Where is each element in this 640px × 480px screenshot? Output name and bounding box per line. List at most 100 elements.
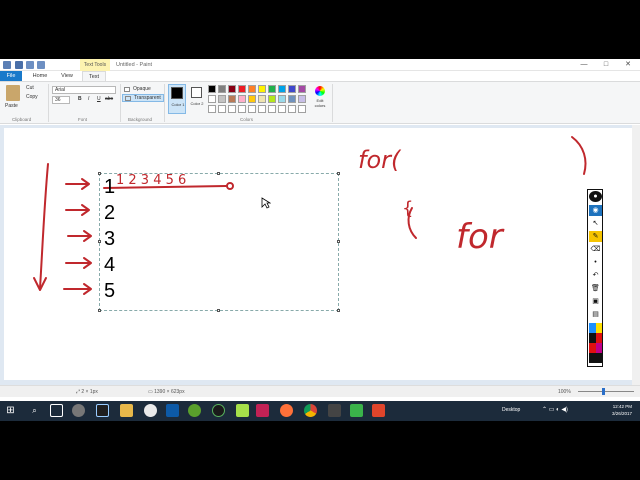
pen-app-logo-icon[interactable]: ●	[589, 191, 602, 202]
tab-view[interactable]: View	[56, 71, 78, 81]
camera-icon[interactable]: ▣	[589, 296, 602, 307]
zoom-slider[interactable]	[578, 388, 634, 395]
desktop-toolbar-label[interactable]: Desktop	[502, 407, 520, 413]
paste-button[interactable]: Paste	[5, 103, 18, 109]
palette-swatch[interactable]	[258, 95, 266, 103]
resize-handle[interactable]	[337, 309, 340, 312]
media-player-icon[interactable]	[144, 404, 157, 417]
bold-button[interactable]: B	[78, 96, 82, 102]
opaque-option[interactable]: Opaque	[124, 86, 151, 92]
palette-swatch[interactable]	[208, 105, 216, 113]
resize-handle[interactable]	[98, 240, 101, 243]
red-app-icon[interactable]	[372, 404, 385, 417]
close-button[interactable]: ✕	[620, 59, 636, 71]
palette-swatch[interactable]	[228, 95, 236, 103]
file-explorer-icon[interactable]	[120, 404, 133, 417]
firefox-icon[interactable]	[280, 404, 293, 417]
palette-swatch[interactable]	[208, 85, 216, 93]
palette-swatch[interactable]	[238, 95, 246, 103]
drawing-canvas[interactable]: 1 2 3 4 5 6 for( { for 1 2 3 4 5	[4, 128, 632, 380]
trash-icon[interactable]: 🗑	[589, 283, 602, 294]
task-view-icon[interactable]	[50, 404, 63, 417]
palette-swatch[interactable]	[298, 105, 306, 113]
palette-swatch[interactable]	[298, 95, 306, 103]
green-app-icon[interactable]	[188, 404, 201, 417]
copy-button[interactable]: Copy	[26, 94, 38, 100]
underline-button[interactable]: U	[97, 96, 101, 102]
edit-colors-button[interactable]: Edit colors	[312, 84, 328, 114]
palette-swatch[interactable]	[278, 105, 286, 113]
resize-handle[interactable]	[217, 172, 220, 175]
whiteboard-icon[interactable]: ▤	[589, 309, 602, 320]
palette-swatch[interactable]	[208, 95, 216, 103]
highlighter-tool-icon[interactable]: ✎	[589, 231, 602, 242]
tab-file[interactable]: File	[0, 71, 22, 81]
palette-swatch[interactable]	[248, 105, 256, 113]
camtasia-icon[interactable]	[236, 404, 249, 417]
search-icon[interactable]: ⌕	[28, 404, 41, 417]
palette-swatch[interactable]	[278, 85, 286, 93]
resize-handle[interactable]	[98, 309, 101, 312]
paste-icon[interactable]	[6, 85, 20, 101]
resize-handle[interactable]	[337, 172, 340, 175]
redo-icon[interactable]	[37, 61, 45, 69]
palette-swatch[interactable]	[238, 85, 246, 93]
palette-swatch[interactable]	[268, 95, 276, 103]
pointer-tool-icon[interactable]: ↖	[589, 218, 602, 229]
undo-tool-icon[interactable]: ↶	[589, 270, 602, 281]
palette-swatch[interactable]	[228, 105, 236, 113]
minimize-button[interactable]: —	[576, 59, 592, 71]
font-family-select[interactable]: Arial	[52, 86, 116, 94]
resize-handle[interactable]	[217, 309, 220, 312]
palette-swatch[interactable]	[218, 105, 226, 113]
palette-swatch[interactable]	[238, 105, 246, 113]
notification-tray-icons[interactable]: ⌃ ▭ ◐ ◀)	[542, 406, 568, 413]
cut-button[interactable]: Cut	[26, 85, 34, 91]
tab-text[interactable]: Text	[82, 71, 106, 81]
chrome-icon[interactable]	[304, 404, 317, 417]
palette-swatch[interactable]	[278, 95, 286, 103]
system-clock[interactable]: 12:42 PM 3/26/2017	[612, 403, 632, 417]
resize-handle[interactable]	[98, 172, 101, 175]
palette-swatch[interactable]	[228, 85, 236, 93]
blue-app-icon[interactable]	[166, 404, 179, 417]
palette-swatch[interactable]	[248, 85, 256, 93]
palette-swatch[interactable]	[248, 95, 256, 103]
palette-swatch[interactable]	[258, 105, 266, 113]
palette-swatch[interactable]	[288, 105, 296, 113]
text-selection-box[interactable]: 1 2 3 4 5	[98, 172, 340, 312]
save-icon[interactable]	[15, 61, 23, 69]
palette-swatch[interactable]	[288, 85, 296, 93]
ink-color-grid[interactable]	[589, 323, 602, 363]
color1-button[interactable]: Color 1	[168, 84, 186, 114]
resize-handle[interactable]	[337, 240, 340, 243]
maximize-button[interactable]: □	[598, 59, 614, 71]
color2-button[interactable]: Color 2	[189, 84, 205, 114]
recorder-icon[interactable]	[350, 404, 363, 417]
pen-app-icon[interactable]	[96, 404, 109, 417]
palette-swatch[interactable]	[268, 105, 276, 113]
start-windows-icon[interactable]: ⊞	[4, 404, 17, 417]
tab-home[interactable]: Home	[28, 71, 52, 81]
eye-icon[interactable]: ◉	[589, 205, 602, 216]
settings-app-icon[interactable]	[72, 404, 85, 417]
android-app-icon[interactable]	[212, 404, 225, 417]
palette-swatch[interactable]	[218, 95, 226, 103]
italic-button[interactable]: I	[88, 96, 89, 102]
palette-swatch[interactable]	[218, 85, 226, 93]
strikethrough-button[interactable]: abc	[105, 96, 113, 102]
vertical-scrollbar[interactable]	[632, 125, 640, 385]
zoom-slider-thumb[interactable]	[602, 388, 605, 395]
transparent-option[interactable]: Transparent	[122, 94, 164, 102]
palette-swatch[interactable]	[268, 85, 276, 93]
canvas-area: 1 2 3 4 5 6 for( { for 1 2 3 4 5	[0, 125, 640, 385]
palette-swatch[interactable]	[288, 95, 296, 103]
dot-size-icon[interactable]: •	[589, 257, 602, 268]
eraser-tool-icon[interactable]: ⌫	[589, 244, 602, 255]
palette-swatch[interactable]	[258, 85, 266, 93]
font-size-select[interactable]: 36	[52, 96, 70, 104]
intellij-icon[interactable]	[256, 404, 269, 417]
undo-icon[interactable]	[26, 61, 34, 69]
window-icon[interactable]	[328, 404, 341, 417]
palette-swatch[interactable]	[298, 85, 306, 93]
